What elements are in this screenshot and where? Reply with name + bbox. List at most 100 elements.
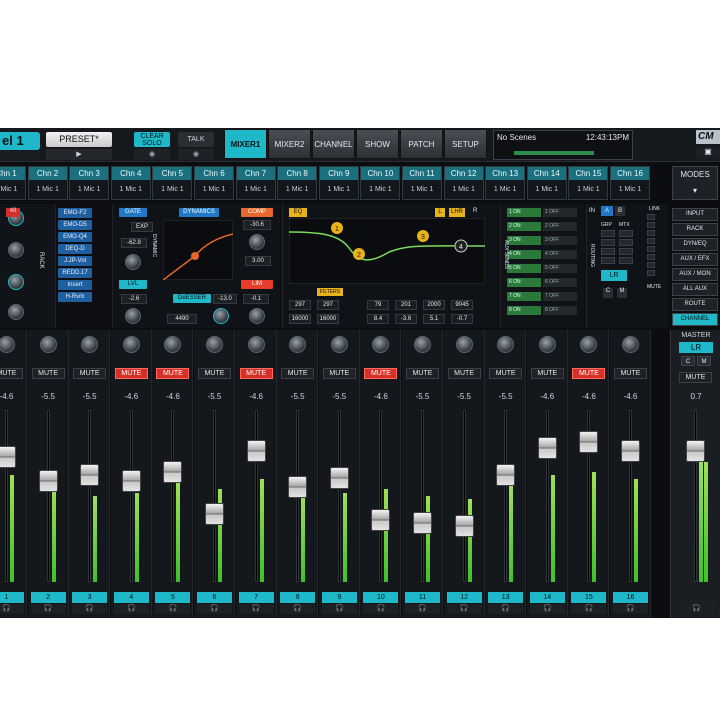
channel-number[interactable]: 3 [72, 592, 108, 603]
tab-show[interactable]: SHOW [356, 129, 399, 159]
channel-number[interactable]: 13 [488, 592, 524, 603]
fader-handle[interactable] [80, 464, 100, 486]
aux-send-on[interactable]: 3 ON [507, 236, 541, 245]
channel-number[interactable]: 4 [113, 592, 149, 603]
tab-mixer2[interactable]: MIXER2 [268, 129, 311, 159]
mute-button[interactable]: MUTE [114, 368, 148, 379]
channel-name-cell[interactable]: Chn 15 1 Mic 1 [568, 166, 609, 200]
link-cell[interactable] [647, 222, 655, 228]
hpf-knob[interactable] [8, 304, 24, 320]
mute-button[interactable]: MUTE [364, 368, 398, 379]
fader-handle[interactable] [537, 437, 557, 459]
fader-handle[interactable] [205, 503, 224, 525]
aux-send-on[interactable]: 5 ON [507, 264, 541, 273]
eq-curve-graph[interactable]: 1 2 3 4 [289, 218, 485, 284]
eq-row2-value[interactable]: 16000 [289, 314, 311, 324]
pan-knob[interactable] [164, 336, 182, 353]
channel-number[interactable]: 14 [529, 592, 565, 603]
channel-name-cell[interactable]: Chn 5 1 Mic 1 [152, 166, 193, 200]
channel-number[interactable]: 1 [0, 592, 24, 603]
pan-knob[interactable] [538, 336, 556, 353]
channel-name-cell[interactable]: Chn 11 1 Mic 1 [402, 166, 442, 200]
pan-knob[interactable] [622, 336, 639, 353]
mute-button[interactable]: MUTE [0, 368, 23, 379]
pan-knob[interactable] [455, 336, 473, 353]
mute-button[interactable]: MUTE [489, 368, 523, 379]
channel-number[interactable]: 7 [238, 592, 274, 603]
aux-send-on[interactable]: 8 ON [507, 306, 541, 315]
aux-send-on[interactable]: 7 ON [507, 292, 541, 301]
headphone-icon[interactable]: 🎧 [238, 604, 274, 614]
routing-a-button[interactable]: A [601, 206, 613, 216]
channel-name-cell[interactable]: Chn 7 1 Mic 1 [235, 166, 276, 200]
fader-handle[interactable] [413, 512, 432, 534]
headphone-icon[interactable]: 🎧 [405, 604, 440, 614]
gate-button[interactable]: GATE [119, 208, 147, 217]
plugin-slot[interactable]: H-Rvrb [58, 292, 92, 302]
channel-number[interactable]: 5 [155, 592, 191, 603]
channel-name-cell[interactable]: Chn 2 1 Mic 1 [27, 166, 68, 200]
link-cell[interactable] [647, 246, 655, 252]
pan-knob[interactable] [8, 274, 24, 290]
headphone-icon[interactable]: 🎧 [197, 604, 232, 614]
routing-cell[interactable] [601, 248, 615, 255]
routing-b-button[interactable]: B [615, 206, 625, 216]
comp-button[interactable]: COMP [241, 208, 273, 217]
channel-name-cell[interactable]: Chn 6 1 Mic 1 [194, 166, 234, 200]
headphone-icon[interactable]: 🎧 [571, 604, 607, 614]
plugin-slot[interactable]: REDD.17 [58, 268, 92, 278]
mute-button[interactable]: MUTE [614, 368, 647, 379]
master-m-button[interactable]: M [697, 356, 711, 366]
aux-send-on[interactable]: 4 ON [507, 250, 541, 259]
channel-name-cell[interactable]: Chn 8 1 Mic 1 [277, 166, 318, 200]
plugin-slot[interactable]: Insert [58, 280, 92, 290]
channel-number[interactable]: 11 [405, 592, 440, 603]
mute-button[interactable]: MUTE [447, 368, 481, 379]
pan-knob[interactable] [122, 336, 140, 353]
routing-cell[interactable] [619, 230, 633, 237]
tab-patch[interactable]: PATCH [400, 129, 443, 159]
eq-row2-value[interactable]: 8.4 [367, 314, 389, 324]
plugin-slot[interactable]: EMO-Q4 [58, 232, 92, 242]
headphone-icon[interactable]: 🎧 [0, 604, 24, 614]
fader-handle[interactable] [329, 467, 349, 489]
headphone-icon[interactable]: 🎧 [488, 604, 524, 614]
fader-handle[interactable] [121, 470, 141, 492]
filters-button[interactable]: FILTERS [317, 288, 343, 296]
headphone-icon[interactable]: 🎧 [321, 604, 357, 614]
phantom-power-button[interactable]: 48 [6, 208, 20, 217]
link-cell[interactable] [647, 270, 655, 276]
channel-number[interactable]: 16 [613, 592, 648, 603]
pan-knob[interactable] [497, 336, 515, 353]
link-cell[interactable] [647, 238, 655, 244]
routing-cell[interactable] [601, 257, 615, 264]
fader-handle[interactable] [621, 440, 640, 462]
channel-number[interactable]: 8 [280, 592, 316, 603]
tab-channel[interactable]: CHANNEL [312, 129, 355, 159]
routing-cell[interactable] [601, 230, 615, 237]
fader-handle[interactable] [38, 470, 58, 492]
headphone-icon[interactable]: 🎧 [30, 604, 66, 614]
routing-cell[interactable] [601, 239, 615, 246]
aux-send-off[interactable]: 1 OFF [543, 208, 577, 217]
mute-button[interactable]: MUTE [406, 368, 439, 379]
mode-route-button[interactable]: ROUTE [672, 298, 718, 311]
aux-send-on[interactable]: 1 ON [507, 208, 541, 217]
modes-button[interactable]: MODES ▾ [672, 166, 718, 200]
routing-m-button[interactable]: M [617, 288, 627, 298]
talk-button[interactable]: TALK [178, 132, 214, 147]
mute-button[interactable]: MUTE [281, 368, 315, 379]
fader-handle[interactable] [163, 461, 183, 483]
mute-button[interactable]: MUTE [31, 368, 65, 379]
deesser-button[interactable]: DeESSER [173, 294, 211, 303]
fader-handle[interactable] [579, 431, 599, 453]
mute-button[interactable]: MUTE [322, 368, 356, 379]
mode-channel-button[interactable]: CHANNEL [672, 313, 718, 326]
pan-knob[interactable] [247, 336, 265, 353]
channel-name-cell[interactable]: Chn 16 1 Mic 1 [610, 166, 650, 200]
mode-input-button[interactable]: INPUT [672, 208, 718, 221]
eq-row2-value[interactable]: -3.6 [395, 314, 417, 324]
fader-handle[interactable] [0, 446, 16, 468]
scene-display[interactable]: No Scenes 12:43:13PM [493, 130, 633, 160]
mute-button[interactable]: MUTE [156, 368, 190, 379]
